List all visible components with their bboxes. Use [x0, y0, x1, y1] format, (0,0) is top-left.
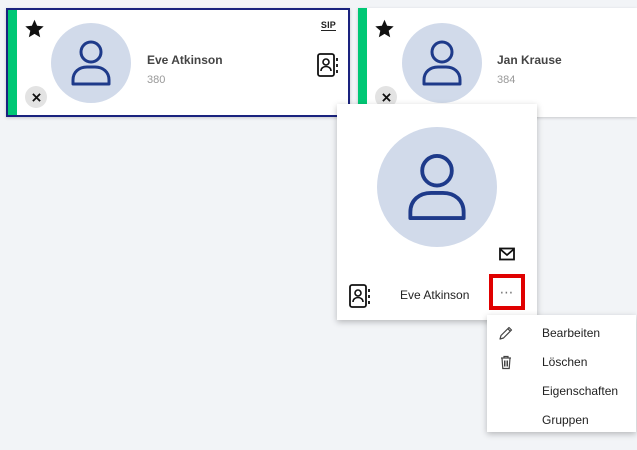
- menu-item-label: Eigenschaften: [542, 384, 619, 398]
- menu-item-label: Löschen: [542, 355, 588, 369]
- avatar: [402, 23, 482, 103]
- menu-item-properties[interactable]: Eigenschaften: [487, 377, 636, 406]
- contact-popup: Eve Atkinson ⋯: [337, 104, 537, 320]
- contact-extension: 380: [147, 74, 166, 86]
- mail-icon[interactable]: [499, 247, 515, 261]
- contact-extension: 384: [497, 74, 516, 86]
- menu-item-edit[interactable]: Bearbeiten: [487, 319, 636, 348]
- menu-item-groups[interactable]: Gruppen: [487, 406, 636, 435]
- trash-icon: [501, 355, 511, 370]
- menu-item-label: Gruppen: [542, 413, 589, 427]
- contact-book-icon[interactable]: [316, 52, 340, 78]
- contact-book-icon[interactable]: [348, 283, 372, 309]
- contacts-view: Eve Atkinson 380 SIP Jan Krause 384 Eve …: [0, 0, 637, 450]
- pencil-icon: [499, 326, 513, 340]
- contact-name: Jan Krause: [497, 53, 562, 67]
- popup-contact-name: Eve Atkinson: [400, 288, 470, 302]
- presence-bar: [8, 10, 17, 115]
- sip-badge: SIP: [320, 20, 336, 31]
- remove-button[interactable]: [25, 86, 47, 108]
- person-icon: [71, 40, 111, 86]
- context-menu: Bearbeiten Löschen Eigenschaften Gruppen: [487, 315, 636, 432]
- contact-card-eve[interactable]: Eve Atkinson 380 SIP: [6, 8, 350, 117]
- person-icon: [422, 40, 462, 86]
- popup-avatar: [377, 127, 497, 247]
- more-icon: ⋯: [499, 283, 515, 300]
- more-options-button[interactable]: ⋯: [489, 274, 525, 310]
- avatar: [51, 23, 131, 103]
- menu-item-label: Bearbeiten: [542, 326, 601, 340]
- contact-card-jan[interactable]: Jan Krause 384: [358, 8, 637, 117]
- close-icon: [31, 92, 41, 102]
- contact-name: Eve Atkinson: [147, 53, 223, 67]
- close-icon: [381, 92, 391, 102]
- menu-item-delete[interactable]: Löschen: [487, 348, 636, 377]
- presence-bar: [358, 8, 367, 117]
- star-icon[interactable]: [374, 18, 395, 39]
- person-icon: [408, 153, 466, 221]
- star-icon[interactable]: [24, 18, 45, 39]
